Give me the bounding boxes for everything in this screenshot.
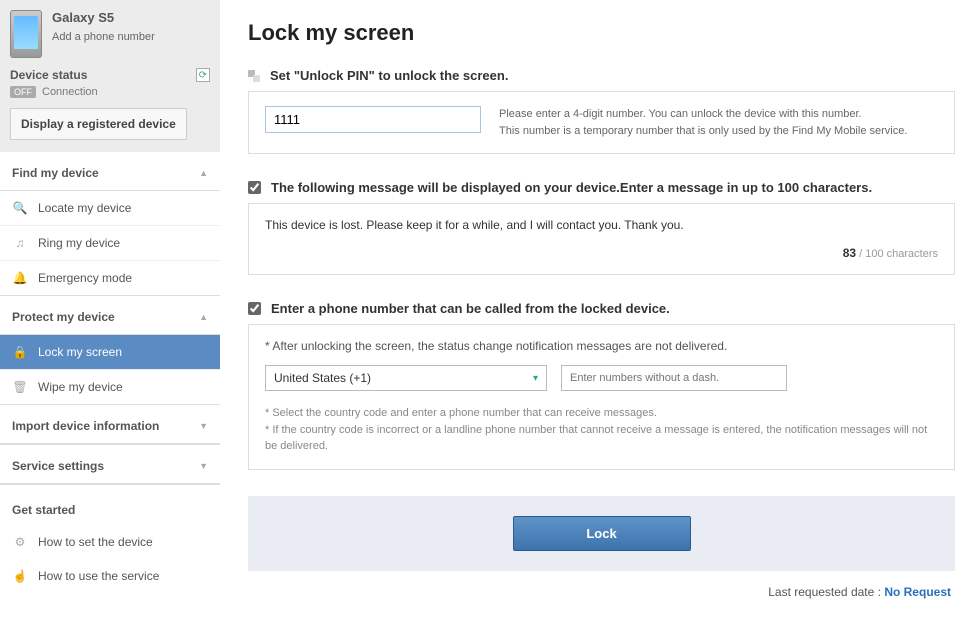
magnifier-icon: 🔍 xyxy=(12,201,28,215)
refresh-icon[interactable]: ⟳ xyxy=(196,68,210,82)
last-requested-link[interactable]: No Request xyxy=(884,585,951,599)
pin-box: Please enter a 4-digit number. You can u… xyxy=(248,91,955,154)
get-started-header: Get started xyxy=(0,485,220,525)
sidebar-section-label: Find my device xyxy=(12,166,99,180)
chevron-down-icon: ▼ xyxy=(199,461,208,471)
section-icon xyxy=(248,70,260,82)
message-text[interactable]: This device is lost. Please keep it for … xyxy=(265,218,938,232)
music-icon: ♫ xyxy=(12,236,28,250)
char-count-label: characters xyxy=(887,248,938,260)
lock-button[interactable]: Lock xyxy=(513,516,691,551)
pin-heading: Set "Unlock PIN" to unlock the screen. xyxy=(270,68,508,83)
char-counter: 83 / 100 characters xyxy=(265,246,938,260)
phone-fine-line: * Select the country code and enter a ph… xyxy=(265,405,938,422)
phone-box: * After unlocking the screen, the status… xyxy=(248,324,955,470)
get-started-label: How to use the service xyxy=(38,569,159,583)
device-thumbnail xyxy=(10,10,42,58)
phone-heading: Enter a phone number that can be called … xyxy=(271,301,670,316)
char-count-max: 100 xyxy=(865,248,883,260)
sidebar-item-label: Locate my device xyxy=(38,201,131,215)
chevron-up-icon: ▲ xyxy=(199,168,208,178)
country-selected: United States (+1) xyxy=(274,371,371,385)
lock-bar: Lock xyxy=(248,496,955,571)
phone-fine-line: * If the country code is incorrect or a … xyxy=(265,422,938,455)
display-registered-device-button[interactable]: Display a registered device xyxy=(10,108,187,140)
sidebar-section-protect[interactable]: Protect my device ▲ xyxy=(0,296,220,335)
sidebar-item-label: Emergency mode xyxy=(38,271,132,285)
connection-label: Connection xyxy=(42,86,98,98)
sidebar-section-service[interactable]: Service settings ▼ xyxy=(0,445,220,484)
sidebar-item-ring[interactable]: ♫ Ring my device xyxy=(0,226,220,261)
sidebar-section-find[interactable]: Find my device ▲ xyxy=(0,152,220,191)
pin-input[interactable] xyxy=(265,106,481,133)
get-started-label: How to set the device xyxy=(38,535,153,549)
get-started-use-service[interactable]: ☝ How to use the service xyxy=(0,559,220,593)
chevron-up-icon: ▲ xyxy=(199,312,208,322)
lock-icon: 🔒 xyxy=(12,345,28,359)
get-started-set-device[interactable]: ⚙ How to set the device xyxy=(0,525,220,559)
message-checkbox[interactable] xyxy=(248,181,261,194)
add-phone-link[interactable]: Add a phone number xyxy=(52,31,155,43)
main-content: Lock my screen Set "Unlock PIN" to unloc… xyxy=(220,0,975,609)
last-requested-label: Last requested date : xyxy=(768,585,881,599)
country-select[interactable]: United States (+1) xyxy=(265,365,547,391)
sidebar-item-emergency[interactable]: 🔔 Emergency mode xyxy=(0,261,220,295)
sidebar-item-locate[interactable]: 🔍 Locate my device xyxy=(0,191,220,226)
bell-icon: 🔔 xyxy=(12,271,28,285)
sidebar-item-label: Wipe my device xyxy=(38,380,123,394)
page-title: Lock my screen xyxy=(248,20,955,46)
last-requested: Last requested date : No Request xyxy=(248,571,955,599)
phone-fineprint: * Select the country code and enter a ph… xyxy=(265,405,938,455)
sidebar-section-label: Import device information xyxy=(12,419,159,433)
phone-number-input[interactable] xyxy=(561,365,787,391)
sidebar-item-lock-screen[interactable]: 🔒 Lock my screen xyxy=(0,335,220,370)
device-header: Galaxy S5 Add a phone number Device stat… xyxy=(0,0,220,152)
chevron-down-icon: ▼ xyxy=(199,421,208,431)
trash-icon: 🗑 xyxy=(12,380,28,394)
sidebar-section-label: Service settings xyxy=(12,459,104,473)
char-count-value: 83 xyxy=(843,246,856,260)
sidebar: Galaxy S5 Add a phone number Device stat… xyxy=(0,0,220,609)
sidebar-item-label: Lock my screen xyxy=(38,345,122,359)
sidebar-section-label: Protect my device xyxy=(12,310,115,324)
off-badge: OFF xyxy=(10,86,36,98)
sidebar-item-wipe[interactable]: 🗑 Wipe my device xyxy=(0,370,220,404)
pin-help-line: Please enter a 4-digit number. You can u… xyxy=(499,106,907,123)
message-heading: The following message will be displayed … xyxy=(271,180,872,195)
phone-checkbox[interactable] xyxy=(248,302,261,315)
pin-help: Please enter a 4-digit number. You can u… xyxy=(499,106,907,139)
sidebar-item-label: Ring my device xyxy=(38,236,120,250)
phone-note: * After unlocking the screen, the status… xyxy=(265,339,938,353)
message-box: This device is lost. Please keep it for … xyxy=(248,203,955,275)
device-name: Galaxy S5 xyxy=(52,10,155,25)
device-status-label: Device status xyxy=(10,68,87,82)
pin-help-line: This number is a temporary number that i… xyxy=(499,123,907,140)
hand-icon: ☝ xyxy=(12,569,28,583)
sidebar-section-import[interactable]: Import device information ▼ xyxy=(0,405,220,444)
gear-icon: ⚙ xyxy=(12,535,28,549)
